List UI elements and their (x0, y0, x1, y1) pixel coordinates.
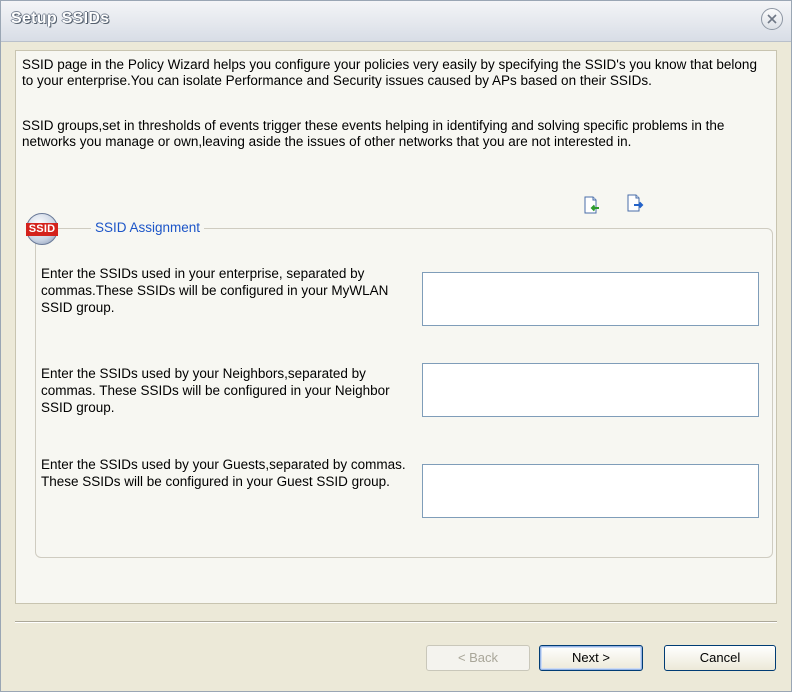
import-icon (584, 196, 599, 214)
footer-separator-highlight (15, 622, 777, 623)
import-button[interactable] (582, 196, 600, 214)
next-button[interactable]: Next > (539, 645, 643, 671)
guest-ssids-label: Enter the SSIDs used by your Guests,sepa… (41, 457, 406, 489)
enterprise-ssids-label: Enter the SSIDs used in your enterprise,… (41, 266, 389, 315)
setup-ssids-dialog: Setup SSIDs SSID page in the Policy Wiza… (0, 0, 792, 692)
back-button[interactable]: < Back (426, 645, 530, 671)
window-title: Setup SSIDs (11, 10, 110, 27)
groups-paragraph: SSID groups,set in thresholds of events … (22, 118, 725, 149)
title-bar: Setup SSIDs (1, 1, 791, 42)
enterprise-ssids-input[interactable] (422, 272, 759, 326)
intro-paragraph: SSID page in the Policy Wizard helps you… (22, 57, 757, 88)
export-button[interactable] (626, 194, 644, 212)
cancel-button[interactable]: Cancel (664, 645, 776, 671)
guest-ssids-input[interactable] (422, 464, 759, 518)
section-title: SSID Assignment (91, 220, 205, 235)
close-button[interactable] (761, 8, 783, 30)
export-icon (627, 194, 644, 212)
neighbor-ssids-input[interactable] (422, 363, 759, 417)
close-icon (767, 14, 777, 24)
neighbor-ssids-label: Enter the SSIDs used by your Neighbors,s… (41, 366, 390, 415)
ssid-logo-text: SSID (26, 223, 58, 236)
ssid-logo-icon: SSID (26, 213, 58, 245)
